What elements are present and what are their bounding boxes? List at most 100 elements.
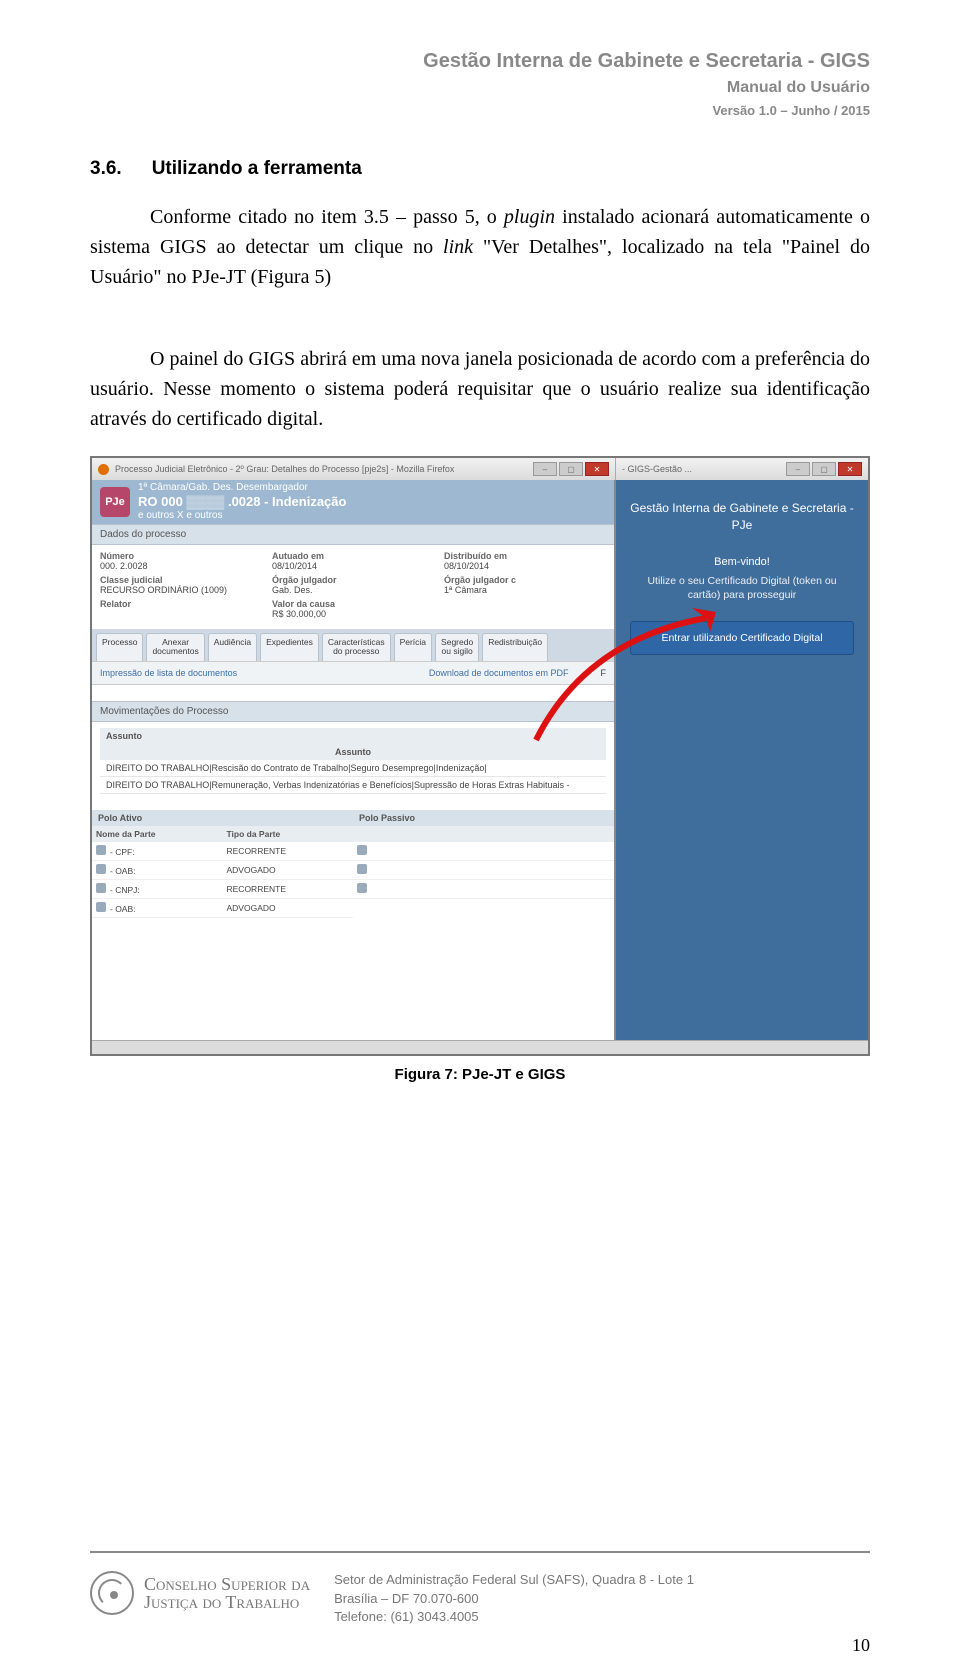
maximize-icon[interactable]: ▢ [559, 462, 583, 476]
link-impressao[interactable]: Impressão de lista de documentos [100, 668, 237, 678]
pje-line2a: RO 000 [138, 494, 183, 509]
val-orgaoc: 1ª Câmara [444, 585, 606, 595]
gigs-pane: Gestão Interna de Gabinete e Secretaria … [616, 480, 868, 1040]
tabs: Processo Anexar documentos Audiência Exp… [92, 629, 614, 661]
window-title-right-text: - GIGS-Gestão ... [622, 464, 692, 474]
lbl-numero: Número [100, 551, 262, 561]
polo-ativo-table: Nome da ParteTipo da Parte - CPF: RECORRE… [92, 826, 353, 918]
part-nome: - CPF: [110, 847, 135, 857]
part-nome: - OAB: [110, 866, 136, 876]
pje-logo: PJe [100, 487, 130, 517]
lbl-classe: Classe judicial [100, 575, 262, 585]
minimize-icon[interactable]: – [533, 462, 557, 476]
th-nome: Nome da Parte [92, 826, 223, 842]
window-title-left-text: Processo Judicial Eletrônico - 2º Grau: … [115, 464, 454, 474]
footer-address: Setor de Administração Federal Sul (SAFS… [334, 1571, 694, 1626]
link-download[interactable]: Download de documentos em PDF [429, 668, 569, 678]
part-tipo: RECORRENTE [223, 879, 354, 898]
gigs-instruction: Utilize o seu Certificado Digital (token… [630, 574, 854, 603]
doc-title: Gestão Interna de Gabinete e Secretaria … [90, 50, 870, 73]
table-row: DIREITO DO TRABALHO|Remuneração, Verbas … [100, 777, 606, 794]
paragraph-1: Conforme citado no item 3.5 – passo 5, o… [90, 202, 870, 292]
tab-processo[interactable]: Processo [96, 633, 143, 661]
lbl-orgao: Órgão julgador [272, 575, 434, 585]
lbl-orgaoc: Órgão julgador c [444, 575, 606, 585]
person-icon [357, 883, 367, 893]
part-nome: - CNPJ: [110, 885, 140, 895]
footer-org1: Conselho Superior da [144, 1575, 310, 1594]
val-orgao: Gab. Des. [272, 585, 434, 595]
val-autuado: 08/10/2014 [272, 561, 434, 571]
person-icon [96, 864, 106, 874]
tab-caracteristicas[interactable]: Características do processo [322, 633, 391, 661]
section-mov: Movimentações do Processo [92, 701, 614, 722]
part-tipo: RECORRENTE [223, 842, 354, 861]
paragraph-2: O painel do GIGS abrirá em uma nova jane… [90, 344, 870, 434]
tab-audiencia[interactable]: Audiência [208, 633, 257, 661]
lbl-relator: Relator [100, 599, 262, 609]
figure-7: Processo Judicial Eletrônico - 2º Grau: … [90, 456, 870, 1083]
figure-caption: Figura 7: PJe-JT e GIGS [90, 1066, 870, 1083]
page-footer: Conselho Superior da Justiça do Trabalho… [90, 1551, 870, 1626]
pje-pane: PJe 1ª Câmara/Gab. Des. Desembargador RO… [92, 480, 616, 1040]
os-titlebars: Processo Judicial Eletrônico - 2º Grau: … [92, 458, 868, 480]
person-icon [357, 864, 367, 874]
process-fields: Número000. 2.0028 Autuado em08/10/2014 D… [92, 545, 614, 629]
addr2: Brasília – DF 70.070-600 [334, 1590, 694, 1608]
lbl-autuado: Autuado em [272, 551, 434, 561]
val-numero: 000. 2.0028 [100, 561, 262, 571]
gigs-welcome: Bem-vindo! [630, 556, 854, 568]
section-title: Utilizando a ferramenta [152, 158, 362, 180]
th-tipo: Tipo da Parte [223, 826, 354, 842]
para1-a: Conforme citado no item 3.5 – passo 5, o [150, 206, 504, 228]
val-valor: R$ 30.000,00 [272, 609, 434, 619]
footer-logo: Conselho Superior da Justiça do Trabalho [90, 1571, 310, 1615]
tab-pericia[interactable]: Perícia [394, 633, 432, 661]
val-classe: RECURSO ORDINÁRIO (1009) [100, 585, 262, 595]
tab-segredo[interactable]: Segredo ou sigilo [435, 633, 479, 661]
pje-line1: 1ª Câmara/Gab. Des. Desembargador [138, 482, 346, 494]
minimize-icon[interactable]: – [786, 462, 810, 476]
gigs-title: Gestão Interna de Gabinete e Secretaria … [630, 500, 854, 534]
close-icon[interactable]: ✕ [838, 462, 862, 476]
person-icon [96, 902, 106, 912]
firefox-icon [98, 464, 109, 475]
section-number: 3.6. [90, 158, 122, 180]
th-assunto: Assunto [106, 731, 142, 741]
lbl-distrib: Distribuído em [444, 551, 606, 561]
person-icon [96, 883, 106, 893]
polo-ativo-hdr: Polo Ativo [92, 810, 353, 826]
mov-table: Assunto Assunto DIREITO DO TRABALHO|Resc… [92, 722, 614, 800]
maximize-icon[interactable]: ▢ [812, 462, 836, 476]
section-dados: Dados do processo [92, 524, 614, 545]
tab-anexar[interactable]: Anexar documentos [146, 633, 204, 661]
doc-version: Versão 1.0 – Junho / 2015 [90, 103, 870, 118]
part-nome: - OAB: [110, 904, 136, 914]
section-heading: 3.6. Utilizando a ferramenta [90, 158, 870, 180]
window-title-right: - GIGS-Gestão ... – ▢ ✕ [616, 458, 868, 480]
part-tipo: ADVOGADO [223, 860, 354, 879]
status-bar [92, 1040, 868, 1054]
val-distrib: 08/10/2014 [444, 561, 606, 571]
footer-org2: Justiça do Trabalho [144, 1593, 310, 1612]
csjt-mark-icon [90, 1571, 134, 1615]
th-assunto2: Assunto [335, 747, 371, 757]
close-icon[interactable]: ✕ [585, 462, 609, 476]
para1-d: link [443, 236, 473, 258]
addr1: Setor de Administração Federal Sul (SAFS… [334, 1571, 694, 1589]
person-icon [357, 845, 367, 855]
gigs-login-button[interactable]: Entrar utilizando Certificado Digital [630, 621, 854, 655]
part-tipo: ADVOGADO [223, 898, 354, 917]
pje-line2b: .0028 - Indenização [228, 494, 347, 509]
polo-passivo-table [353, 826, 614, 899]
para1-b: plugin [504, 206, 555, 228]
doc-subtitle: Manual do Usuário [90, 79, 870, 97]
tab-redistrib[interactable]: Redistribuição [482, 633, 548, 661]
tab-expedientes[interactable]: Expedientes [260, 633, 319, 661]
person-icon [96, 845, 106, 855]
lbl-valor: Valor da causa [272, 599, 434, 609]
addr3: Telefone: (61) 3043.4005 [334, 1608, 694, 1626]
page-number: 10 [852, 1635, 870, 1656]
screenshot: Processo Judicial Eletrônico - 2º Grau: … [90, 456, 870, 1056]
pje-topbar: PJe 1ª Câmara/Gab. Des. Desembargador RO… [92, 480, 614, 524]
